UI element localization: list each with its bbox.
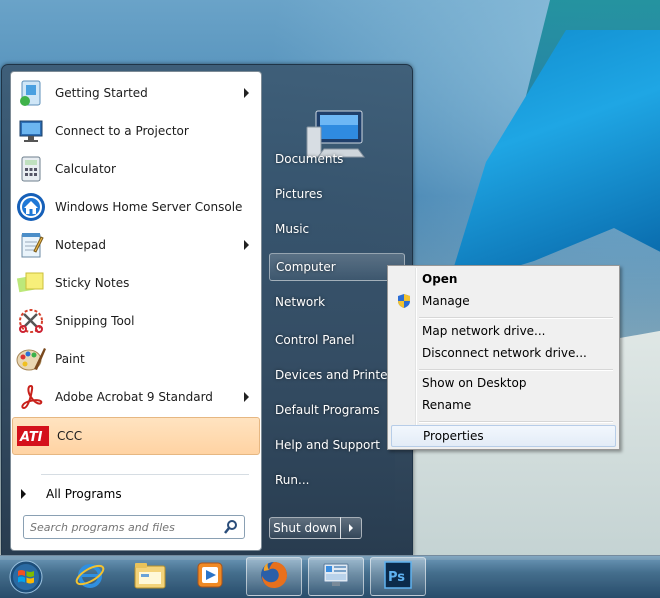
taskbar-photoshop[interactable]: Ps [370,557,426,596]
link-computer[interactable]: Computer [269,253,405,281]
ctx-separator [419,369,613,371]
firefox-icon [258,559,290,594]
link-devices-printers[interactable]: Devices and Printers [269,361,405,389]
ctx-item-label: Rename [422,398,472,412]
program-sticky-notes[interactable]: Sticky Notes [11,265,259,301]
program-label: Snipping Tool [55,314,135,328]
start-menu: Getting Started Connect to a Projector C… [1,64,413,556]
program-notepad[interactable]: Notepad [11,227,259,263]
ctx-open[interactable]: Open [391,269,616,289]
shutdown-button[interactable]: Shut down [269,517,341,539]
submenu-arrow-icon[interactable] [244,392,249,402]
photoshop-icon: Ps [383,560,413,593]
program-paint[interactable]: Paint [11,341,259,377]
acrobat-icon [15,381,47,413]
calculator-icon [15,153,47,185]
link-documents[interactable]: Documents [269,145,405,173]
program-label: CCC [57,429,83,443]
computer-context-menu: Open Manage Map network drive... Disconn… [387,265,620,450]
program-label: Getting Started [55,86,148,100]
ctx-manage[interactable]: Manage [391,291,616,311]
link-run[interactable]: Run... [269,466,405,494]
program-calculator[interactable]: Calculator [11,151,259,187]
taskbar-windows-explorer[interactable] [122,557,178,596]
program-label: Adobe Acrobat 9 Standard [55,390,213,404]
chevron-right-icon [349,524,353,532]
ctx-separator [419,421,613,423]
all-programs-label: All Programs [46,487,122,501]
ctx-item-label: Map network drive... [422,324,546,338]
ctx-rename[interactable]: Rename [391,395,616,415]
shutdown-options-button[interactable] [340,517,362,539]
program-ccc[interactable]: ATI CCC [12,417,260,455]
search-box[interactable] [23,515,245,539]
search-input[interactable] [30,518,210,536]
all-programs-button[interactable]: All Programs [11,480,259,508]
link-control-panel[interactable]: Control Panel [269,326,405,354]
taskbar-internet-explorer[interactable] [62,557,118,596]
link-network[interactable]: Network [269,288,405,316]
program-label: Calculator [55,162,116,176]
program-label: Paint [55,352,85,366]
svg-text:Ps: Ps [388,570,405,585]
home-server-icon [15,191,47,223]
ctx-show-on-desktop[interactable]: Show on Desktop [391,373,616,393]
link-help-support[interactable]: Help and Support [269,431,405,459]
ctx-item-label: Manage [422,294,470,308]
taskbar-firefox[interactable] [246,557,302,596]
all-programs-arrow-icon [21,489,26,499]
svg-text:ATI: ATI [19,430,43,445]
link-pictures[interactable]: Pictures [269,180,405,208]
internet-explorer-icon [74,559,106,594]
program-home-server-console[interactable]: Windows Home Server Console [11,189,259,225]
ctx-item-label: Open [422,272,458,286]
program-label: Connect to a Projector [55,124,189,138]
submenu-arrow-icon[interactable] [244,240,249,250]
link-default-programs[interactable]: Default Programs [269,396,405,424]
ctx-disconnect-network-drive[interactable]: Disconnect network drive... [391,343,616,363]
menu-divider [41,474,249,475]
ctx-map-network-drive[interactable]: Map network drive... [391,321,616,341]
sticky-notes-icon [15,267,47,299]
projector-icon [15,115,47,147]
program-adobe-acrobat[interactable]: Adobe Acrobat 9 Standard [11,379,259,415]
paint-icon [15,343,47,375]
program-connect-projector[interactable]: Connect to a Projector [11,113,259,149]
taskbar-media-player[interactable] [182,557,238,596]
snipping-tool-icon [15,305,47,337]
notepad-icon [15,229,47,261]
program-snipping-tool[interactable]: Snipping Tool [11,303,259,339]
search-icon[interactable] [223,519,239,535]
ctx-properties[interactable]: Properties [391,425,616,447]
ctx-item-label: Disconnect network drive... [422,346,587,360]
windows-explorer-icon [133,560,167,593]
program-label: Windows Home Server Console [55,200,243,214]
start-button[interactable] [6,559,46,595]
link-music[interactable]: Music [269,215,405,243]
program-label: Sticky Notes [55,276,130,290]
getting-started-icon [15,77,47,109]
submenu-arrow-icon[interactable] [244,88,249,98]
ati-icon: ATI [17,420,49,452]
program-label: Notepad [55,238,106,252]
home-server-console-icon [320,560,352,593]
ctx-item-label: Show on Desktop [422,376,527,390]
program-getting-started[interactable]: Getting Started [11,75,259,111]
media-player-icon [195,560,225,593]
taskbar-home-server-console[interactable] [308,557,364,596]
programs-pane: Getting Started Connect to a Projector C… [10,71,262,551]
uac-shield-icon [396,293,412,312]
ctx-separator [419,317,613,319]
ctx-item-label: Properties [423,429,484,443]
